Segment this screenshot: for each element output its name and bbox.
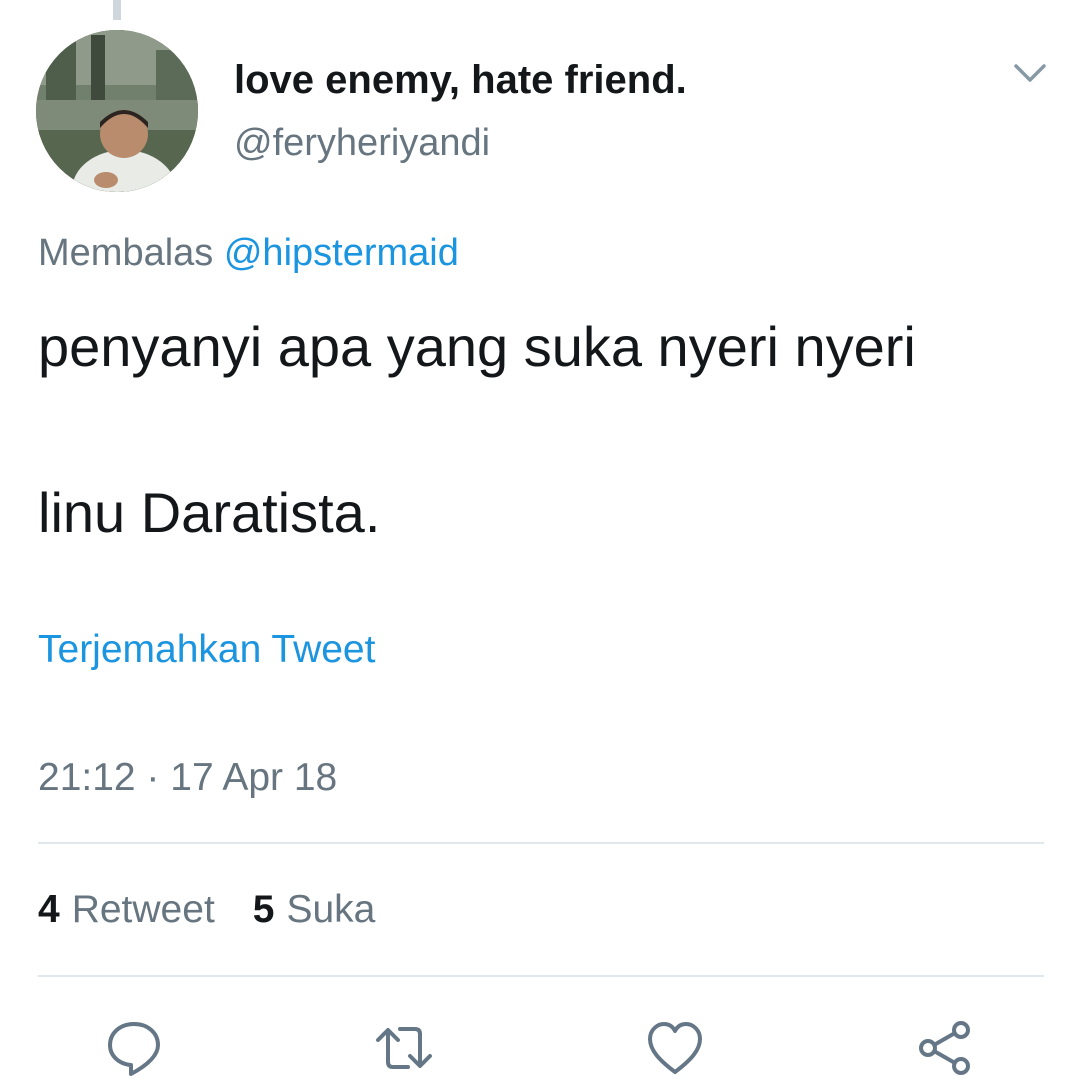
retweet-label: Retweet — [71, 888, 215, 931]
tweet-text-line-1: penyanyi apa yang suka nyeri nyeri — [38, 315, 916, 378]
retweet-count: 4 — [38, 888, 60, 931]
retweet-icon[interactable] — [374, 1018, 434, 1078]
reply-icon[interactable] — [104, 1018, 164, 1078]
chevron-down-icon[interactable] — [1010, 58, 1050, 88]
divider — [38, 842, 1044, 844]
like-icon[interactable] — [645, 1018, 705, 1078]
like-label: Suka — [286, 888, 376, 931]
retweet-stat[interactable]: 4 Retweet — [38, 888, 215, 932]
divider — [38, 975, 1044, 977]
author-handle[interactable]: @feryheriyandi — [234, 122, 490, 165]
reply-context: Membalas @hipstermaid — [38, 232, 459, 275]
share-icon[interactable] — [915, 1018, 975, 1078]
like-stat[interactable]: 5 Suka — [253, 888, 376, 932]
like-count: 5 — [252, 888, 275, 931]
author-display-name[interactable]: love enemy, hate friend. — [234, 58, 687, 103]
avatar[interactable] — [36, 30, 198, 192]
reply-prefix: Membalas — [38, 232, 214, 274]
reply-mention-link[interactable]: @hipstermaid — [224, 232, 459, 274]
tweet-timestamp[interactable]: 21:12 · 17 Apr 18 — [38, 756, 337, 800]
tweet-text-line-2: linu Daratista. — [38, 481, 381, 544]
translate-tweet-link[interactable]: Terjemahkan Tweet — [38, 628, 375, 672]
tweet-stats: 4 Retweet 5 Suka — [38, 888, 375, 932]
thread-connector — [113, 0, 121, 20]
